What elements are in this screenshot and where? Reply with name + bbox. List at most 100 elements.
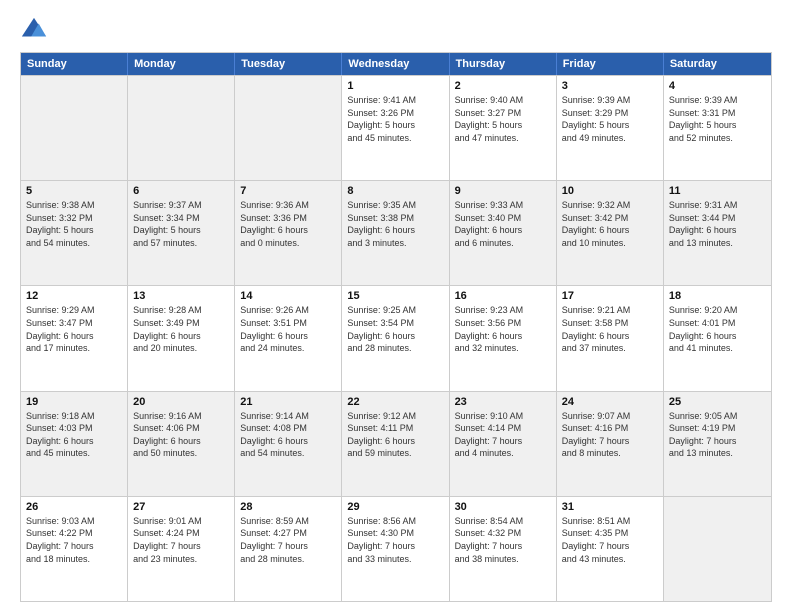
day-header-friday: Friday bbox=[557, 53, 664, 75]
day-cell-15: 15 Sunrise: 9:25 AM Sunset: 3:54 PM Dayli… bbox=[342, 286, 449, 390]
day-cell-1: 1 Sunrise: 9:41 AM Sunset: 3:26 PM Daylig… bbox=[342, 76, 449, 180]
day-info: Sunrise: 9:03 AM Sunset: 4:22 PM Dayligh… bbox=[26, 515, 122, 565]
day-info: Sunrise: 8:59 AM Sunset: 4:27 PM Dayligh… bbox=[240, 515, 336, 565]
day-info: Sunrise: 9:37 AM Sunset: 3:34 PM Dayligh… bbox=[133, 199, 229, 249]
day-cell-27: 27 Sunrise: 9:01 AM Sunset: 4:24 PM Dayli… bbox=[128, 497, 235, 601]
day-info: Sunrise: 8:51 AM Sunset: 4:35 PM Dayligh… bbox=[562, 515, 658, 565]
day-number: 10 bbox=[562, 185, 658, 197]
day-info: Sunrise: 9:20 AM Sunset: 4:01 PM Dayligh… bbox=[669, 304, 766, 354]
day-number: 7 bbox=[240, 185, 336, 197]
day-cell-20: 20 Sunrise: 9:16 AM Sunset: 4:06 PM Dayli… bbox=[128, 392, 235, 496]
day-cell-11: 11 Sunrise: 9:31 AM Sunset: 3:44 PM Dayli… bbox=[664, 181, 771, 285]
logo-icon bbox=[20, 16, 48, 44]
day-number: 24 bbox=[562, 396, 658, 408]
empty-cell bbox=[235, 76, 342, 180]
day-header-thursday: Thursday bbox=[450, 53, 557, 75]
day-cell-4: 4 Sunrise: 9:39 AM Sunset: 3:31 PM Daylig… bbox=[664, 76, 771, 180]
day-info: Sunrise: 9:36 AM Sunset: 3:36 PM Dayligh… bbox=[240, 199, 336, 249]
logo bbox=[20, 16, 52, 44]
day-number: 13 bbox=[133, 290, 229, 302]
day-number: 17 bbox=[562, 290, 658, 302]
day-cell-9: 9 Sunrise: 9:33 AM Sunset: 3:40 PM Daylig… bbox=[450, 181, 557, 285]
day-info: Sunrise: 9:29 AM Sunset: 3:47 PM Dayligh… bbox=[26, 304, 122, 354]
calendar-week-5: 26 Sunrise: 9:03 AM Sunset: 4:22 PM Dayli… bbox=[21, 496, 771, 601]
day-info: Sunrise: 9:21 AM Sunset: 3:58 PM Dayligh… bbox=[562, 304, 658, 354]
day-number: 20 bbox=[133, 396, 229, 408]
day-header-saturday: Saturday bbox=[664, 53, 771, 75]
day-info: Sunrise: 9:33 AM Sunset: 3:40 PM Dayligh… bbox=[455, 199, 551, 249]
calendar-week-1: 1 Sunrise: 9:41 AM Sunset: 3:26 PM Daylig… bbox=[21, 75, 771, 180]
day-number: 27 bbox=[133, 501, 229, 513]
day-cell-14: 14 Sunrise: 9:26 AM Sunset: 3:51 PM Dayli… bbox=[235, 286, 342, 390]
calendar-week-4: 19Sunrise: 9:18 AM Sunset: 4:03 PM Dayli… bbox=[21, 391, 771, 496]
calendar-week-3: 12Sunrise: 9:29 AM Sunset: 3:47 PM Dayli… bbox=[21, 285, 771, 390]
day-cell-2: 2Sunrise: 9:40 AM Sunset: 3:27 PM Daylig… bbox=[450, 76, 557, 180]
day-number: 28 bbox=[240, 501, 336, 513]
day-header-monday: Monday bbox=[128, 53, 235, 75]
day-info: Sunrise: 9:16 AM Sunset: 4:06 PM Dayligh… bbox=[133, 410, 229, 460]
day-info: Sunrise: 9:10 AM Sunset: 4:14 PM Dayligh… bbox=[455, 410, 551, 460]
empty-cell bbox=[21, 76, 128, 180]
day-info: Sunrise: 8:54 AM Sunset: 4:32 PM Dayligh… bbox=[455, 515, 551, 565]
day-cell-18: 18 Sunrise: 9:20 AM Sunset: 4:01 PM Dayli… bbox=[664, 286, 771, 390]
day-number: 5 bbox=[26, 185, 122, 197]
day-cell-30: 30 Sunrise: 8:54 AM Sunset: 4:32 PM Dayli… bbox=[450, 497, 557, 601]
day-number: 8 bbox=[347, 185, 443, 197]
day-info: Sunrise: 9:41 AM Sunset: 3:26 PM Dayligh… bbox=[347, 94, 443, 144]
day-cell-12: 12Sunrise: 9:29 AM Sunset: 3:47 PM Dayli… bbox=[21, 286, 128, 390]
day-cell-31: 31 Sunrise: 8:51 AM Sunset: 4:35 PM Dayli… bbox=[557, 497, 664, 601]
day-cell-5: 5 Sunrise: 9:38 AM Sunset: 3:32 PM Daylig… bbox=[21, 181, 128, 285]
day-info: Sunrise: 9:39 AM Sunset: 3:29 PM Dayligh… bbox=[562, 94, 658, 144]
day-number: 2 bbox=[455, 80, 551, 92]
day-info: Sunrise: 9:28 AM Sunset: 3:49 PM Dayligh… bbox=[133, 304, 229, 354]
calendar: SundayMondayTuesdayWednesdayThursdayFrid… bbox=[20, 52, 772, 602]
day-number: 15 bbox=[347, 290, 443, 302]
day-cell-8: 8 Sunrise: 9:35 AM Sunset: 3:38 PM Daylig… bbox=[342, 181, 449, 285]
day-number: 22 bbox=[347, 396, 443, 408]
day-cell-10: 10 Sunrise: 9:32 AM Sunset: 3:42 PM Dayli… bbox=[557, 181, 664, 285]
day-number: 14 bbox=[240, 290, 336, 302]
empty-cell bbox=[128, 76, 235, 180]
day-number: 16 bbox=[455, 290, 551, 302]
calendar-header: SundayMondayTuesdayWednesdayThursdayFrid… bbox=[21, 53, 771, 75]
day-number: 31 bbox=[562, 501, 658, 513]
day-number: 29 bbox=[347, 501, 443, 513]
day-info: Sunrise: 9:12 AM Sunset: 4:11 PM Dayligh… bbox=[347, 410, 443, 460]
day-cell-24: 24Sunrise: 9:07 AM Sunset: 4:16 PM Dayli… bbox=[557, 392, 664, 496]
day-number: 30 bbox=[455, 501, 551, 513]
day-info: Sunrise: 9:31 AM Sunset: 3:44 PM Dayligh… bbox=[669, 199, 766, 249]
day-header-tuesday: Tuesday bbox=[235, 53, 342, 75]
header bbox=[20, 16, 772, 44]
page: SundayMondayTuesdayWednesdayThursdayFrid… bbox=[0, 0, 792, 612]
day-info: Sunrise: 9:26 AM Sunset: 3:51 PM Dayligh… bbox=[240, 304, 336, 354]
day-number: 18 bbox=[669, 290, 766, 302]
day-number: 26 bbox=[26, 501, 122, 513]
calendar-week-2: 5 Sunrise: 9:38 AM Sunset: 3:32 PM Daylig… bbox=[21, 180, 771, 285]
day-number: 11 bbox=[669, 185, 766, 197]
day-info: Sunrise: 9:01 AM Sunset: 4:24 PM Dayligh… bbox=[133, 515, 229, 565]
day-cell-17: 17 Sunrise: 9:21 AM Sunset: 3:58 PM Dayli… bbox=[557, 286, 664, 390]
day-number: 4 bbox=[669, 80, 766, 92]
day-number: 6 bbox=[133, 185, 229, 197]
day-info: Sunrise: 9:39 AM Sunset: 3:31 PM Dayligh… bbox=[669, 94, 766, 144]
day-number: 3 bbox=[562, 80, 658, 92]
day-header-sunday: Sunday bbox=[21, 53, 128, 75]
day-cell-22: 22 Sunrise: 9:12 AM Sunset: 4:11 PM Dayli… bbox=[342, 392, 449, 496]
day-info: Sunrise: 8:56 AM Sunset: 4:30 PM Dayligh… bbox=[347, 515, 443, 565]
day-cell-29: 29 Sunrise: 8:56 AM Sunset: 4:30 PM Dayli… bbox=[342, 497, 449, 601]
day-cell-19: 19Sunrise: 9:18 AM Sunset: 4:03 PM Dayli… bbox=[21, 392, 128, 496]
day-number: 1 bbox=[347, 80, 443, 92]
day-cell-26: 26 Sunrise: 9:03 AM Sunset: 4:22 PM Dayli… bbox=[21, 497, 128, 601]
day-info: Sunrise: 9:05 AM Sunset: 4:19 PM Dayligh… bbox=[669, 410, 766, 460]
day-info: Sunrise: 9:38 AM Sunset: 3:32 PM Dayligh… bbox=[26, 199, 122, 249]
day-info: Sunrise: 9:18 AM Sunset: 4:03 PM Dayligh… bbox=[26, 410, 122, 460]
day-info: Sunrise: 9:32 AM Sunset: 3:42 PM Dayligh… bbox=[562, 199, 658, 249]
day-number: 25 bbox=[669, 396, 766, 408]
empty-cell bbox=[664, 497, 771, 601]
day-cell-3: 3 Sunrise: 9:39 AM Sunset: 3:29 PM Daylig… bbox=[557, 76, 664, 180]
day-number: 9 bbox=[455, 185, 551, 197]
day-cell-16: 16Sunrise: 9:23 AM Sunset: 3:56 PM Dayli… bbox=[450, 286, 557, 390]
day-info: Sunrise: 9:35 AM Sunset: 3:38 PM Dayligh… bbox=[347, 199, 443, 249]
day-info: Sunrise: 9:25 AM Sunset: 3:54 PM Dayligh… bbox=[347, 304, 443, 354]
day-cell-25: 25 Sunrise: 9:05 AM Sunset: 4:19 PM Dayli… bbox=[664, 392, 771, 496]
